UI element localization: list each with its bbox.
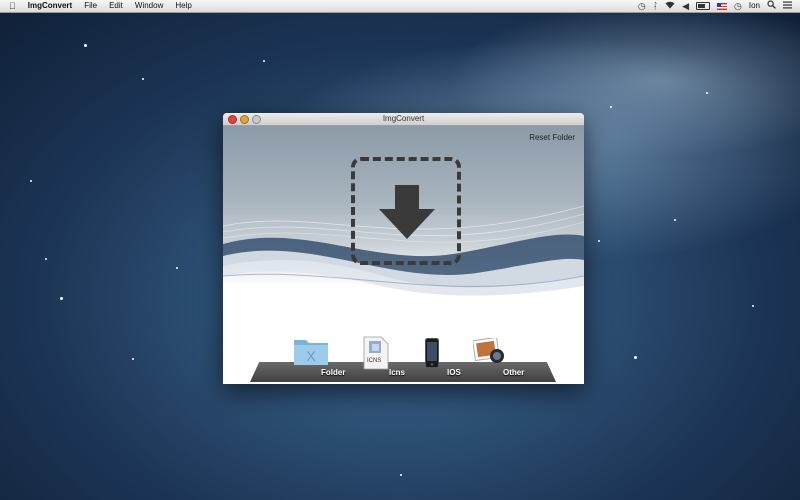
- icns-button[interactable]: ICNS Icns: [363, 322, 407, 384]
- icns-label: Icns: [389, 368, 406, 377]
- other-label: Other: [503, 368, 525, 377]
- iphone-icon: [425, 338, 439, 368]
- star: [142, 78, 144, 80]
- star: [45, 258, 47, 260]
- window-title: ImgConvert: [382, 114, 425, 123]
- star: [84, 44, 87, 47]
- battery-icon[interactable]: [696, 2, 711, 10]
- clock-icon[interactable]: ◷: [734, 0, 742, 12]
- menu-bar:  ImgConvert File Edit Window Help ◷ ᛛ ◀…: [0, 0, 800, 13]
- reset-folder-button[interactable]: Reset Folder: [529, 133, 575, 142]
- drop-zone[interactable]: [351, 157, 461, 265]
- menu-edit[interactable]: Edit: [103, 0, 129, 12]
- menu-file[interactable]: File: [78, 0, 103, 12]
- photo-icon: [473, 338, 504, 363]
- menu-help[interactable]: Help: [169, 0, 197, 12]
- user-menu[interactable]: Ion: [749, 0, 760, 12]
- star: [132, 358, 134, 360]
- wifi-icon[interactable]: [665, 0, 675, 12]
- minimize-window-button[interactable]: [240, 115, 249, 124]
- star: [634, 356, 637, 359]
- menu-window[interactable]: Window: [129, 0, 169, 12]
- apple-menu-icon[interactable]: : [0, 0, 22, 12]
- other-button[interactable]: Other: [473, 322, 529, 384]
- ios-label: IOS: [447, 368, 461, 377]
- volume-icon[interactable]: ◀: [682, 0, 689, 12]
- svg-text:X: X: [306, 348, 316, 364]
- notification-center-icon[interactable]: [783, 0, 792, 12]
- folder-icon: X: [294, 340, 328, 365]
- zoom-window-button[interactable]: [252, 115, 261, 124]
- window-titlebar[interactable]: ImgConvert: [223, 113, 584, 126]
- imgconvert-window: ImgConvert Reset Folder X Folder ICNS Ic…: [223, 113, 584, 384]
- icns-file-icon: [363, 336, 389, 370]
- star: [610, 106, 612, 108]
- star: [60, 297, 63, 300]
- star: [674, 219, 676, 221]
- bluetooth-icon[interactable]: ᛛ: [653, 0, 658, 12]
- spotlight-search-icon[interactable]: [767, 0, 776, 12]
- download-arrow-icon: [379, 185, 435, 239]
- folder-button[interactable]: X Folder: [293, 324, 345, 384]
- app-menu[interactable]: ImgConvert: [22, 0, 78, 12]
- star: [400, 474, 402, 476]
- input-source-flag-icon[interactable]: [717, 2, 728, 10]
- star: [30, 180, 32, 182]
- window-content: Reset Folder X Folder ICNS Icns IOS Othe…: [223, 126, 584, 384]
- star: [706, 92, 708, 94]
- close-window-button[interactable]: [228, 115, 237, 124]
- icns-file-text: ICNS: [367, 358, 382, 364]
- star: [752, 305, 754, 307]
- star: [263, 60, 265, 62]
- ios-button[interactable]: IOS: [425, 324, 465, 384]
- star: [176, 267, 178, 269]
- time-machine-icon[interactable]: ◷: [638, 0, 646, 12]
- folder-label: Folder: [321, 368, 346, 377]
- star: [598, 240, 600, 242]
